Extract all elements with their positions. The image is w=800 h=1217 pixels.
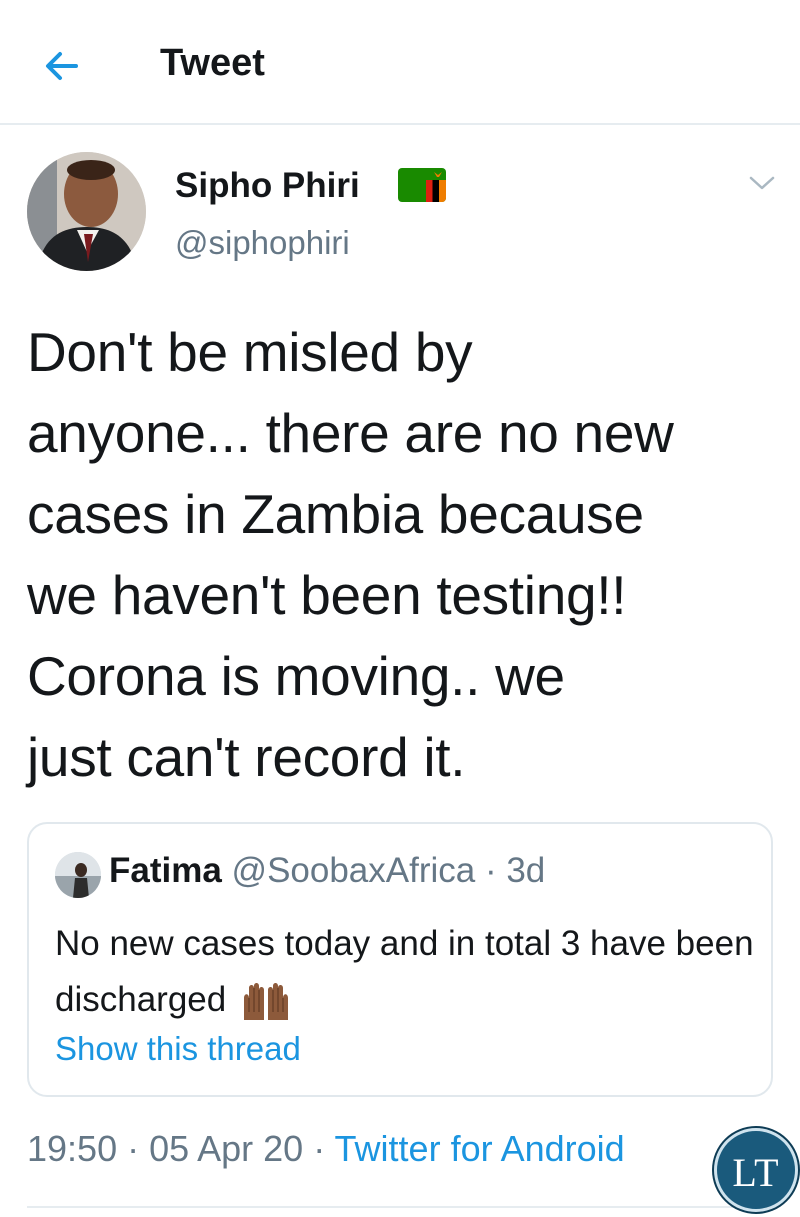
page-title: Tweet [160, 42, 265, 84]
quoted-tweet-header: Fatima @SoobaxAfrica · 3d [109, 851, 545, 891]
timestamp-text: 19:50 · 05 Apr 20 · [27, 1128, 335, 1169]
quoted-author-avatar [55, 852, 101, 898]
author-name[interactable]: Sipho Phiri [175, 166, 360, 206]
zambia-flag-icon [398, 168, 446, 202]
author-avatar[interactable] [27, 152, 146, 271]
top-bar: Tweet [0, 0, 800, 125]
chevron-down-icon[interactable] [748, 172, 776, 194]
show-thread-link[interactable]: Show this thread [55, 1030, 301, 1068]
tweet-text: Don't be misled by anyone... there are n… [27, 321, 674, 788]
tweet-source-link[interactable]: Twitter for Android [335, 1128, 625, 1169]
quoted-handle-time: @SoobaxAfrica · 3d [221, 851, 546, 890]
lt-watermark-logo: LT [714, 1128, 798, 1212]
quoted-tweet-card[interactable]: Fatima @SoobaxAfrica · 3d No new cases t… [27, 822, 773, 1097]
raised-hands-emoji-icon [243, 982, 288, 1020]
back-arrow-icon[interactable] [40, 44, 84, 88]
quoted-tweet-body: No new cases today and in total 3 have b… [55, 924, 754, 1019]
tweet-timestamp: 19:50 · 05 Apr 20 · Twitter for Android [27, 1128, 625, 1170]
divider [27, 1206, 773, 1208]
quoted-author-name: Fatima [109, 851, 222, 890]
quoted-tweet-text: No new cases today and in total 3 have b… [55, 916, 755, 1028]
author-handle[interactable]: @siphophiri [175, 224, 350, 262]
watermark-text: LT [732, 1150, 780, 1195]
